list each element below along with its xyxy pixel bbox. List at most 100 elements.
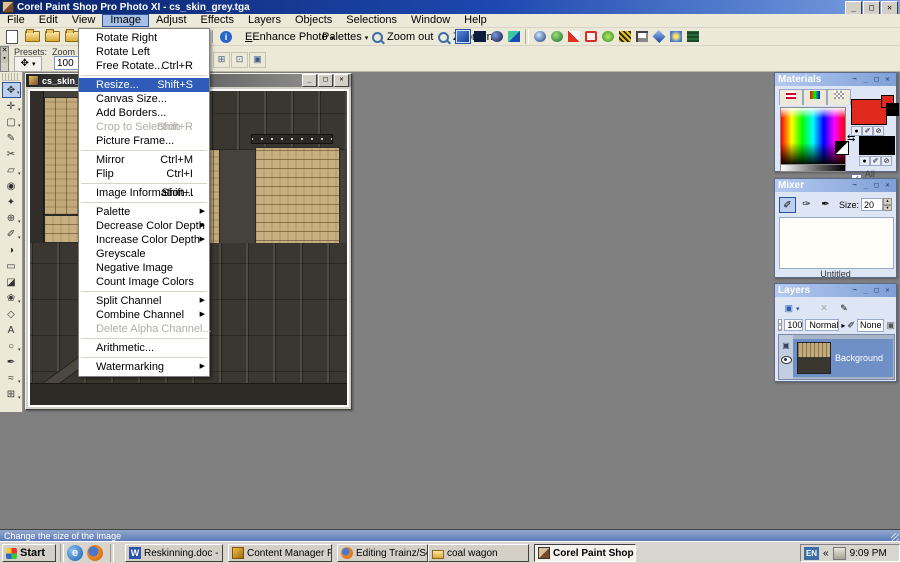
effect-sphere-icon[interactable] bbox=[489, 29, 505, 44]
fit-image-icon[interactable]: ⊡ bbox=[231, 52, 248, 68]
menu-layers[interactable]: Layers bbox=[241, 14, 288, 27]
gradient-style-icon[interactable]: ✐ bbox=[862, 126, 873, 136]
menu-help[interactable]: Help bbox=[457, 14, 494, 27]
mixer-dropper-tool[interactable]: ✒ bbox=[817, 197, 834, 213]
paint-brush-tool[interactable]: ✐▾ bbox=[2, 226, 21, 242]
clock[interactable]: 9:09 PM bbox=[850, 548, 887, 559]
menu-selections[interactable]: Selections bbox=[339, 14, 404, 27]
close-icon[interactable]: ✕ bbox=[882, 181, 893, 191]
close-icon[interactable]: ✕ bbox=[882, 286, 893, 296]
size-spinner[interactable]: ▲▼ bbox=[883, 198, 892, 211]
menu-edit[interactable]: Edit bbox=[32, 14, 65, 27]
navigate-icon[interactable]: ⊞ bbox=[213, 52, 230, 68]
rollup-icon[interactable]: ▪ bbox=[1, 55, 8, 63]
pen-tool[interactable]: ✒ bbox=[2, 354, 21, 370]
pattern-style-icon[interactable]: ⊘ bbox=[881, 156, 892, 166]
dropper-tool[interactable]: ✎ bbox=[2, 130, 21, 146]
link-set-icon[interactable]: ✐ bbox=[847, 320, 855, 331]
mixer-tube-tool[interactable]: ✐ bbox=[779, 197, 796, 213]
maximize-icon[interactable]: □ bbox=[871, 286, 882, 296]
red-eye-tool[interactable]: ◉ bbox=[2, 178, 21, 194]
maximize-icon[interactable]: □ bbox=[871, 75, 882, 85]
menu-item-resize[interactable]: Resize...Shift+S bbox=[79, 78, 209, 92]
blend-mode-arrow-icon[interactable]: ▸ bbox=[841, 321, 845, 330]
mixer-knife-tool[interactable]: ✑ bbox=[798, 197, 815, 213]
transparent-swatch[interactable] bbox=[835, 141, 849, 155]
pin-icon[interactable]: ¬ bbox=[849, 286, 860, 296]
menu-item-palette[interactable]: Palette▶ bbox=[79, 205, 209, 219]
effect-teal-square-icon[interactable] bbox=[506, 29, 522, 44]
effect-red-diagonal-icon[interactable] bbox=[566, 29, 582, 44]
selection-tool[interactable]: ▢▾ bbox=[2, 114, 21, 130]
warp-brush-tool[interactable]: ≈▾ bbox=[2, 370, 21, 386]
taskbar-button-reskinning-doc[interactable]: W Reskinning.doc - Microso... bbox=[125, 544, 223, 562]
minimize-icon[interactable]: _ bbox=[860, 181, 871, 191]
menu-item-flip[interactable]: FlipCtrl+I bbox=[79, 167, 209, 181]
layers-titlebar[interactable]: Layers ¬ _ □ ✕ bbox=[775, 284, 896, 297]
firefox-icon[interactable] bbox=[87, 545, 103, 561]
menu-item-arithmetic[interactable]: Arithmetic... bbox=[79, 341, 209, 355]
taskbar-button-coal-wagon[interactable]: coal wagon bbox=[428, 544, 529, 562]
open-file-icon[interactable] bbox=[24, 29, 40, 44]
clone-brush-tool[interactable]: ⊕▾ bbox=[2, 210, 21, 226]
start-button[interactable]: Start bbox=[2, 544, 56, 562]
effect-globe-icon[interactable] bbox=[532, 29, 548, 44]
language-indicator[interactable]: EN bbox=[804, 547, 819, 560]
mixer-titlebar[interactable]: Mixer ¬ _ □ ✕ bbox=[775, 179, 896, 192]
browse-icon[interactable] bbox=[44, 29, 60, 44]
effect-red-stamp-icon[interactable] bbox=[583, 29, 599, 44]
menu-item-negative-image[interactable]: Negative Image bbox=[79, 261, 209, 275]
effect-dots-icon[interactable] bbox=[634, 29, 650, 44]
pin-icon[interactable]: ¬ bbox=[849, 181, 860, 191]
app-titlebar[interactable]: Corel Paint Shop Pro Photo XI - cs_skin_… bbox=[0, 0, 900, 14]
color-style-icon[interactable]: ● bbox=[859, 156, 870, 166]
effect-dark-green-icon[interactable] bbox=[685, 29, 701, 44]
effect-starburst-icon[interactable] bbox=[668, 29, 684, 44]
menu-item-mirror[interactable]: MirrorCtrl+M bbox=[79, 153, 209, 167]
eraser-tool[interactable]: ▭ bbox=[2, 258, 21, 274]
materials-titlebar[interactable]: Materials ¬ _ □ ✕ bbox=[775, 73, 896, 86]
tools-palette-grip[interactable] bbox=[2, 73, 20, 81]
background-mini-swatch[interactable] bbox=[886, 103, 899, 116]
size-input[interactable]: 20 bbox=[861, 198, 883, 211]
layer-type-icon[interactable]: ▣ bbox=[782, 341, 790, 350]
visibility-eye-icon[interactable] bbox=[781, 356, 792, 364]
maximize-button[interactable]: □ bbox=[863, 1, 880, 15]
menu-item-watermarking[interactable]: Watermarking▶ bbox=[79, 360, 209, 374]
doc-close-button[interactable]: ✕ bbox=[334, 74, 349, 87]
menu-item-increase-color-depth[interactable]: Increase Color Depth▶ bbox=[79, 233, 209, 247]
picture-tube-tool[interactable]: ❀▾ bbox=[2, 290, 21, 306]
menu-item-combine-channel[interactable]: Combine Channel▶ bbox=[79, 308, 209, 322]
effect-blue-diamond-icon[interactable] bbox=[651, 29, 667, 44]
enhance-photo-button[interactable]: EEnhance Photo▾ bbox=[245, 30, 334, 44]
close-icon[interactable]: ✕ bbox=[1, 47, 8, 55]
taskbar-button-paint-shop-pro[interactable]: Corel Paint Shop Pro ... bbox=[534, 544, 636, 562]
straighten-tool[interactable]: ▱▾ bbox=[2, 162, 21, 178]
effect-green-sphere-icon[interactable] bbox=[549, 29, 565, 44]
crop-tool[interactable]: ✂ bbox=[2, 146, 21, 162]
maximize-icon[interactable]: □ bbox=[871, 181, 882, 191]
lock-icon[interactable]: ▣ bbox=[886, 320, 895, 331]
background-eraser-tool[interactable]: ◪ bbox=[2, 274, 21, 290]
internet-explorer-icon[interactable]: e bbox=[67, 545, 83, 561]
makeover-tool[interactable]: ✦ bbox=[2, 194, 21, 210]
menu-item-greyscale[interactable]: Greyscale bbox=[79, 247, 209, 261]
gradient-style-icon[interactable]: ✐ bbox=[870, 156, 881, 166]
background-swatch[interactable] bbox=[859, 136, 895, 155]
taskbar-button-content-manager[interactable]: Content Manager Plus bbox=[228, 544, 332, 562]
mesh-warp-tool[interactable]: ⊞▾ bbox=[2, 386, 21, 402]
doc-minimize-button[interactable]: _ bbox=[302, 74, 317, 87]
menu-item-count-image-colors[interactable]: Count Image Colors bbox=[79, 275, 209, 289]
move-tool[interactable]: ✛▾ bbox=[2, 98, 21, 114]
menu-view[interactable]: View bbox=[65, 14, 103, 27]
minimize-button[interactable]: _ bbox=[845, 1, 862, 15]
menu-image[interactable]: Image bbox=[102, 14, 149, 27]
text-tool[interactable]: A bbox=[2, 322, 21, 338]
menu-item-decrease-color-depth[interactable]: Decrease Color Depth▶ bbox=[79, 219, 209, 233]
tray-app-icon[interactable] bbox=[833, 547, 846, 560]
color-changer-tool[interactable]: ◑ bbox=[2, 242, 21, 258]
swatches-tab[interactable] bbox=[827, 89, 851, 105]
doc-maximize-button[interactable]: □ bbox=[318, 74, 333, 87]
fit-window-icon[interactable]: ▣ bbox=[249, 52, 266, 68]
minimize-icon[interactable]: _ bbox=[860, 286, 871, 296]
